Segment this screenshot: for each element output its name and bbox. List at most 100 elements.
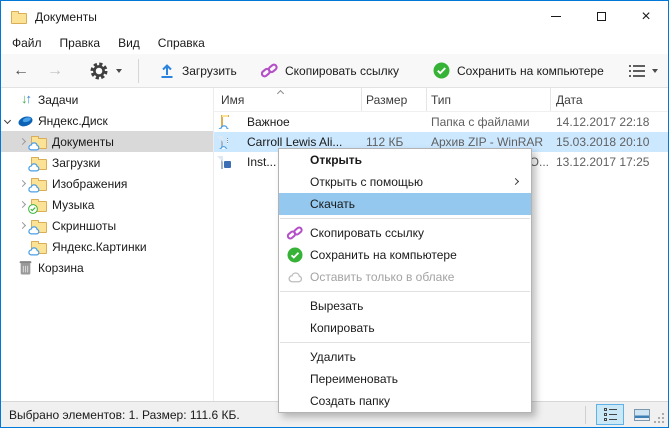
sidebar-item-yandex-disk[interactable]: Яндекс.Диск bbox=[1, 110, 213, 131]
cloud-folder-icon bbox=[30, 177, 47, 191]
chevron-collapsed-icon[interactable] bbox=[19, 138, 26, 145]
titlebar[interactable]: Документы × bbox=[1, 1, 668, 33]
link-icon bbox=[261, 62, 278, 79]
file-size: 112 КБ bbox=[362, 135, 427, 149]
thumbnail-view-button[interactable] bbox=[628, 404, 656, 425]
sidebar-item-label: Корзина bbox=[38, 261, 84, 275]
menu-item-download[interactable]: Скачать bbox=[279, 193, 531, 215]
menu-item-open[interactable]: Открыть bbox=[279, 149, 531, 171]
file-type: Архив ZIP - WinRAR bbox=[427, 135, 551, 149]
sidebar-item-trash[interactable]: Корзина bbox=[1, 257, 213, 278]
menubar: Файл Правка Вид Справка bbox=[1, 33, 668, 54]
sidebar-tree: ↓↑ Задачи Яндекс.Диск Документы Загрузки bbox=[1, 88, 214, 401]
column-header-date[interactable]: Дата bbox=[551, 88, 668, 111]
view-switcher bbox=[585, 404, 656, 425]
menu-item-copy[interactable]: Копировать bbox=[279, 317, 531, 339]
sidebar-item-label: Изображения bbox=[52, 177, 127, 191]
menu-item-cut[interactable]: Вырезать bbox=[279, 295, 531, 317]
sidebar-item-yandex-pictures[interactable]: Яндекс.Картинки bbox=[1, 236, 213, 257]
settings-button[interactable] bbox=[89, 54, 122, 87]
column-header-size[interactable]: Размер bbox=[362, 88, 427, 111]
cloud-folder-icon bbox=[30, 156, 47, 170]
menu-view[interactable]: Вид bbox=[109, 33, 149, 54]
resize-grip[interactable] bbox=[654, 413, 665, 424]
menu-item-save-to-computer[interactable]: Сохранить на компьютере bbox=[279, 244, 531, 266]
submenu-arrow-icon bbox=[512, 178, 519, 185]
menu-item-rename[interactable]: Переименовать bbox=[279, 368, 531, 390]
menu-separator bbox=[280, 291, 530, 292]
forward-button: → bbox=[47, 54, 63, 87]
menu-separator bbox=[280, 218, 530, 219]
save-to-computer-label: Сохранить на компьютере bbox=[457, 64, 604, 78]
menu-item-copy-link[interactable]: Скопировать ссылку bbox=[279, 222, 531, 244]
cloud-icon bbox=[286, 269, 304, 285]
copy-link-label: Скопировать ссылку bbox=[285, 64, 399, 78]
chevron-collapsed-icon[interactable] bbox=[19, 222, 26, 229]
column-header-type[interactable]: Тип bbox=[427, 88, 551, 111]
sidebar-item-downloads[interactable]: Загрузки bbox=[1, 152, 213, 173]
sidebar-item-label: Музыка bbox=[52, 198, 94, 212]
sidebar-item-label: Скриншоты bbox=[52, 219, 116, 233]
sidebar-item-images[interactable]: Изображения bbox=[1, 173, 213, 194]
sidebar-item-tasks[interactable]: ↓↑ Задачи bbox=[1, 89, 213, 110]
sidebar-item-music[interactable]: Музыка bbox=[1, 194, 213, 215]
sidebar-item-label: Задачи bbox=[38, 93, 78, 107]
file-name: Carroll Lewis Ali... bbox=[247, 135, 342, 149]
save-to-computer-button[interactable]: Сохранить на компьютере bbox=[433, 54, 604, 87]
cloud-folder-icon bbox=[30, 240, 47, 254]
menu-item-delete[interactable]: Удалить bbox=[279, 346, 531, 368]
file-name: Inst... bbox=[247, 155, 276, 169]
cloud-folder-icon bbox=[221, 117, 239, 129]
minimize-button[interactable] bbox=[534, 1, 578, 32]
chevron-down-icon bbox=[116, 69, 122, 73]
copy-link-button[interactable]: Скопировать ссылку bbox=[261, 54, 399, 87]
menu-item-new-folder[interactable]: Создать папку bbox=[279, 390, 531, 412]
menu-item-open-with[interactable]: Открыть с помощью bbox=[279, 171, 531, 193]
green-check-icon bbox=[286, 247, 304, 263]
tasks-arrows-icon: ↓↑ bbox=[17, 91, 34, 106]
upload-label: Загрузить bbox=[182, 64, 237, 78]
installer-file-icon bbox=[221, 157, 239, 169]
gear-icon bbox=[89, 61, 109, 81]
green-check-icon bbox=[433, 62, 450, 79]
upload-button[interactable]: Загрузить bbox=[159, 54, 237, 87]
upload-icon bbox=[159, 63, 175, 79]
column-header-name[interactable]: Имя bbox=[214, 88, 362, 111]
details-view-icon bbox=[604, 408, 617, 421]
chevron-expanded-icon[interactable] bbox=[4, 117, 11, 124]
sidebar-item-documents[interactable]: Документы bbox=[1, 131, 213, 152]
column-headers: Имя Размер Тип Дата bbox=[214, 88, 668, 112]
menu-help[interactable]: Справка bbox=[149, 33, 214, 54]
sidebar-item-screenshots[interactable]: Скриншоты bbox=[1, 215, 213, 236]
trash-icon bbox=[17, 260, 34, 275]
file-date: 13.12.2017 17:25 bbox=[551, 155, 668, 169]
view-mode-button[interactable] bbox=[629, 54, 658, 87]
toolbar: ← → Загрузить Скопировать ссылку Сохрани… bbox=[1, 54, 668, 88]
context-menu: Открыть Открыть с помощью Скачать Скопир… bbox=[278, 148, 532, 413]
minimize-icon bbox=[551, 16, 561, 17]
cloud-folder-icon bbox=[30, 219, 47, 233]
sidebar-item-label: Яндекс.Картинки bbox=[52, 240, 147, 254]
thumbnail-view-icon bbox=[634, 409, 650, 421]
sidebar-item-label: Документы bbox=[52, 135, 114, 149]
link-icon bbox=[286, 225, 304, 241]
chevron-collapsed-icon[interactable] bbox=[19, 180, 26, 187]
close-button[interactable]: × bbox=[624, 1, 668, 32]
back-arrow-icon: ← bbox=[13, 63, 29, 79]
details-view-button[interactable] bbox=[596, 404, 624, 425]
file-name: Важное bbox=[247, 115, 290, 129]
chevron-collapsed-icon[interactable] bbox=[19, 201, 26, 208]
yandex-disk-icon bbox=[17, 113, 34, 129]
menu-item-keep-in-cloud: Оставить только в облаке bbox=[279, 266, 531, 288]
maximize-button[interactable] bbox=[579, 1, 623, 32]
menu-file[interactable]: Файл bbox=[3, 33, 51, 54]
file-date: 15.03.2018 20:10 bbox=[551, 135, 668, 149]
sidebar-item-label: Яндекс.Диск bbox=[38, 114, 108, 128]
cloud-folder-icon bbox=[30, 135, 47, 149]
close-icon: × bbox=[641, 9, 650, 25]
menu-edit[interactable]: Правка bbox=[51, 33, 110, 54]
file-row[interactable]: Важное Папка с файлами 14.12.2017 22:18 bbox=[214, 112, 668, 132]
back-button[interactable]: ← bbox=[13, 54, 29, 87]
file-type: Папка с файлами bbox=[427, 115, 551, 129]
cloud-archive-icon bbox=[221, 137, 239, 149]
